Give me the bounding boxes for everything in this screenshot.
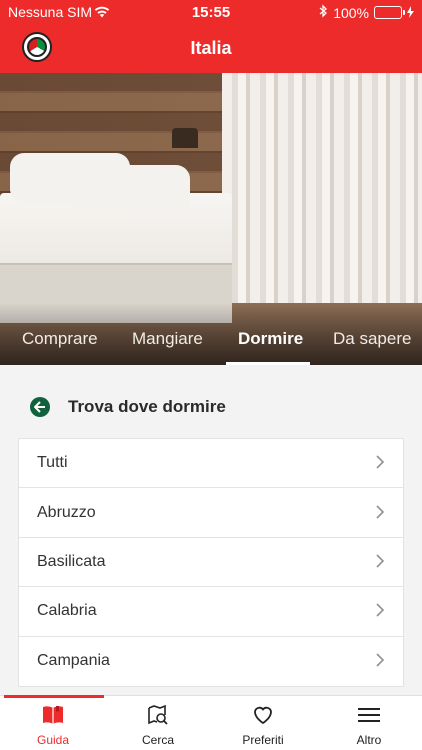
heart-icon: [251, 702, 275, 728]
list-item[interactable]: Calabria: [19, 587, 403, 637]
chevron-right-icon: [376, 601, 385, 621]
section-header: Trova dove dormire: [30, 397, 226, 417]
bluetooth-icon: [319, 4, 328, 21]
status-bar: Nessuna SIM 15:55 100%: [0, 0, 422, 24]
menu-icon: [357, 702, 381, 728]
list-item-label: Tutti: [37, 454, 68, 472]
list-item-label: Basilicata: [37, 552, 106, 570]
active-tab-indicator: [4, 695, 104, 698]
tab-altro[interactable]: Altro: [324, 702, 414, 747]
status-right: 100%: [319, 4, 414, 21]
charging-icon: [407, 5, 414, 21]
chevron-right-icon: [376, 651, 385, 671]
lamp: [172, 128, 198, 148]
tab-guida[interactable]: Guida: [8, 702, 98, 747]
list-item-label: Abruzzo: [37, 503, 96, 521]
chevron-right-icon: [376, 453, 385, 473]
tab-cerca[interactable]: Cerca: [113, 702, 203, 747]
region-list: Tutti Abruzzo Basilicata Calabria Campan…: [18, 438, 404, 687]
tab-label: Cerca: [141, 733, 174, 747]
list-item[interactable]: Campania: [19, 637, 403, 686]
list-item[interactable]: Tutti: [19, 439, 403, 489]
app-header: Italia: [0, 24, 422, 73]
chevron-right-icon: [376, 503, 385, 523]
page-title: Italia: [190, 38, 232, 58]
list-item-label: Calabria: [37, 602, 97, 620]
section-title: Trova dove dormire: [68, 397, 226, 416]
list-item-label: Campania: [37, 652, 110, 670]
tab-label: Guida: [36, 733, 70, 747]
search-map-icon: [146, 702, 170, 728]
chevron-right-icon: [376, 552, 385, 572]
content-section: Trova dove dormire Tutti Abruzzo Basilic…: [0, 365, 422, 695]
pillow: [70, 165, 190, 215]
list-item[interactable]: Basilicata: [19, 538, 403, 588]
tab-dormire[interactable]: Dormire: [238, 329, 303, 349]
tab-comprare[interactable]: Comprare: [22, 329, 98, 349]
back-arrow-icon[interactable]: [30, 397, 50, 417]
battery-percent: 100%: [333, 4, 369, 21]
tab-da-sapere[interactable]: Da sapere: [333, 329, 411, 349]
tab-mangiare[interactable]: Mangiare: [132, 329, 203, 349]
category-tabs: Comprare Mangiare Dormire Da sapere: [0, 326, 422, 365]
hero-image: Comprare Mangiare Dormire Da sapere: [0, 73, 422, 365]
battery-icon: [374, 6, 405, 19]
tab-label: Preferiti: [242, 733, 284, 747]
tab-label: Altro: [356, 733, 382, 747]
top-bar: Nessuna SIM 15:55 100% Italia: [0, 0, 422, 73]
bottom-tab-bar: Guida Cerca Preferiti Altro: [0, 695, 422, 750]
book-icon: [41, 702, 65, 728]
tab-preferiti[interactable]: Preferiti: [218, 702, 308, 747]
list-item[interactable]: Abruzzo: [19, 488, 403, 538]
